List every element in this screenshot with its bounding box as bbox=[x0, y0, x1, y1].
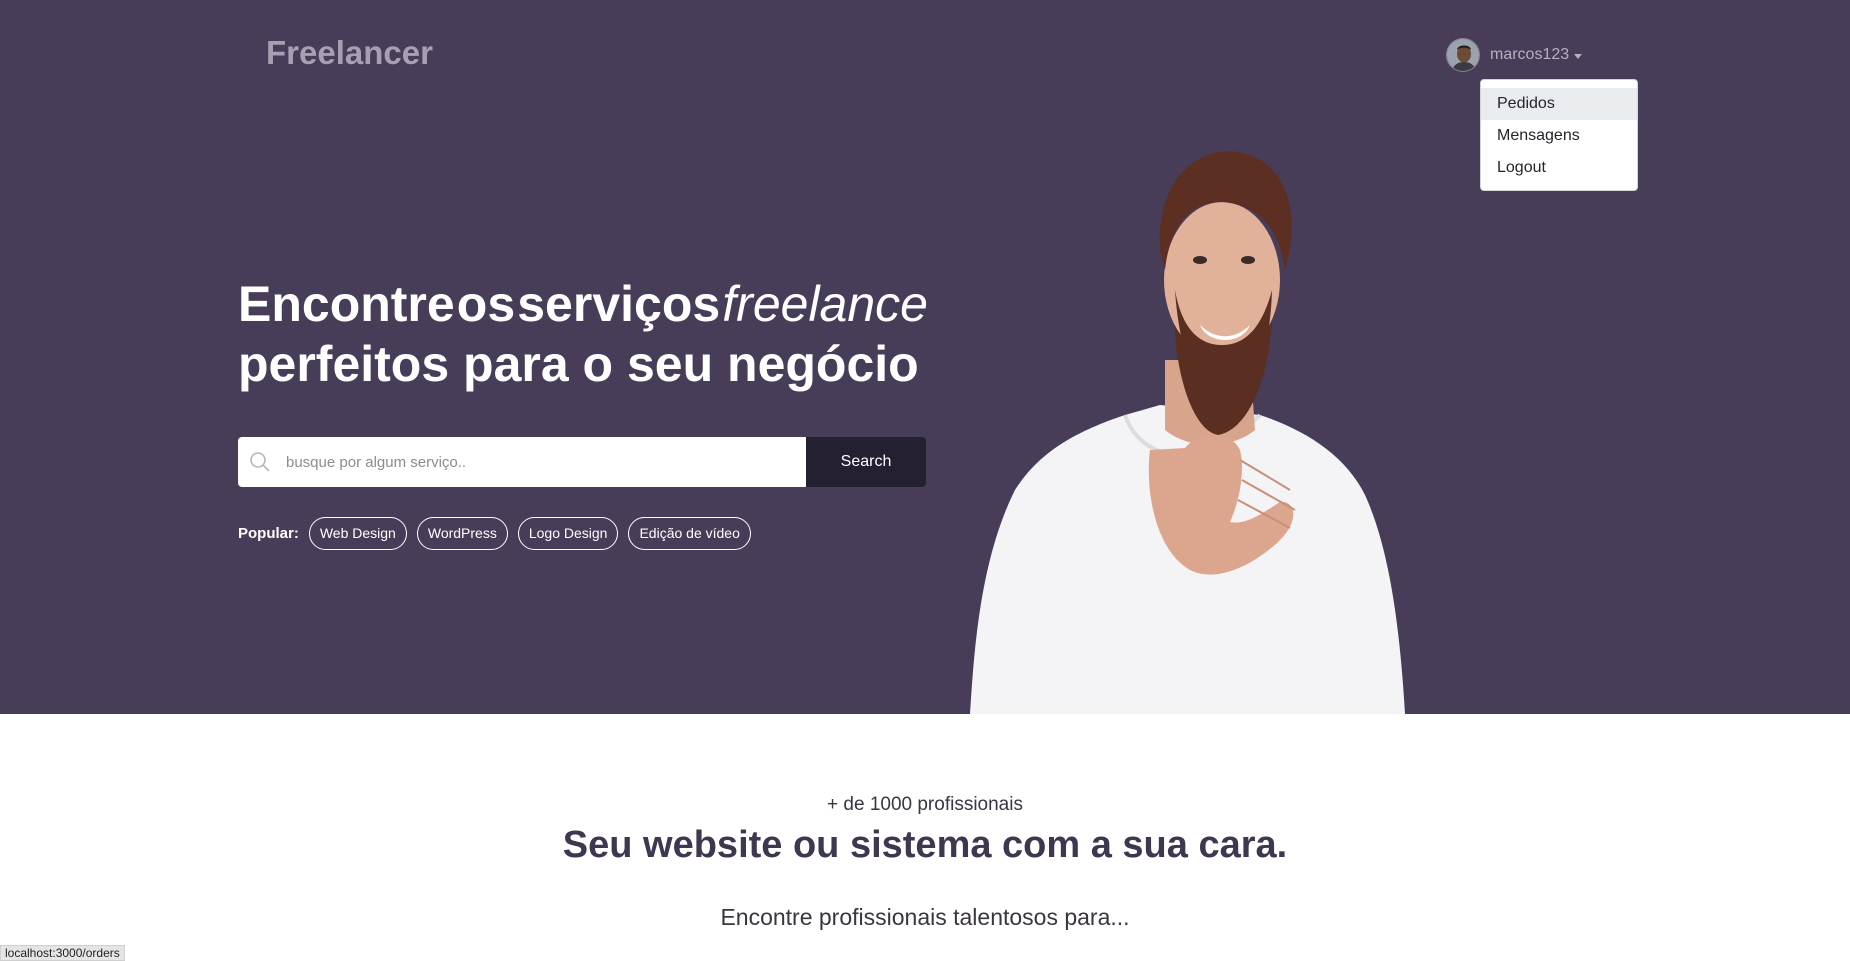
user-dropdown-menu: Pedidos Mensagens Logout bbox=[1480, 79, 1638, 191]
menu-item-logout[interactable]: Logout bbox=[1481, 152, 1637, 184]
tag-edicao-de-video[interactable]: Edição de vídeo bbox=[628, 517, 751, 550]
popular-label: Popular: bbox=[238, 525, 299, 542]
tag-wordpress[interactable]: WordPress bbox=[416, 517, 508, 550]
user-menu-toggle[interactable]: marcos123 bbox=[1446, 38, 1583, 72]
search-field-wrapper bbox=[238, 437, 806, 487]
brand-logo[interactable]: Freelancer bbox=[266, 34, 433, 72]
tag-logo-design[interactable]: Logo Design bbox=[517, 517, 619, 550]
search-input[interactable] bbox=[238, 437, 806, 487]
hero-person-image bbox=[970, 151, 1405, 714]
intro-section: + de 1000 profissionais Seu website ou s… bbox=[0, 714, 1850, 961]
section-title: Seu website ou sistema com a sua cara. bbox=[562, 824, 1288, 866]
menu-item-mensagens[interactable]: Mensagens bbox=[1481, 120, 1637, 152]
user-avatar bbox=[1446, 38, 1480, 72]
hero-section: Freelancer marcos123 Pedidos Mensagens L… bbox=[0, 0, 1850, 714]
headline-word: Encontre bbox=[238, 276, 455, 332]
hero-headline: Encontre os serviços freelance perfeitos… bbox=[238, 274, 928, 394]
search-icon bbox=[249, 451, 271, 478]
headline-word: serviços bbox=[517, 276, 721, 332]
browser-status-url: localhost:3000/orders bbox=[0, 945, 125, 961]
tag-web-design[interactable]: Web Design bbox=[308, 517, 407, 550]
section-subtitle: + de 1000 profissionais bbox=[827, 794, 1023, 815]
search-bar: Search bbox=[238, 437, 926, 487]
headline-line2: perfeitos para o seu negócio bbox=[238, 336, 919, 392]
section-lead: Encontre profissionais talentosos para..… bbox=[720, 904, 1130, 930]
headline-word: os bbox=[456, 276, 516, 332]
headline-italic-word: freelance bbox=[722, 276, 928, 332]
username-label: marcos123 bbox=[1490, 46, 1570, 63]
chevron-down-icon bbox=[1574, 53, 1583, 59]
popular-tags: Popular: Web Design WordPress Logo Desig… bbox=[238, 517, 761, 550]
search-button[interactable]: Search bbox=[806, 437, 926, 487]
menu-item-pedidos[interactable]: Pedidos bbox=[1481, 88, 1637, 120]
